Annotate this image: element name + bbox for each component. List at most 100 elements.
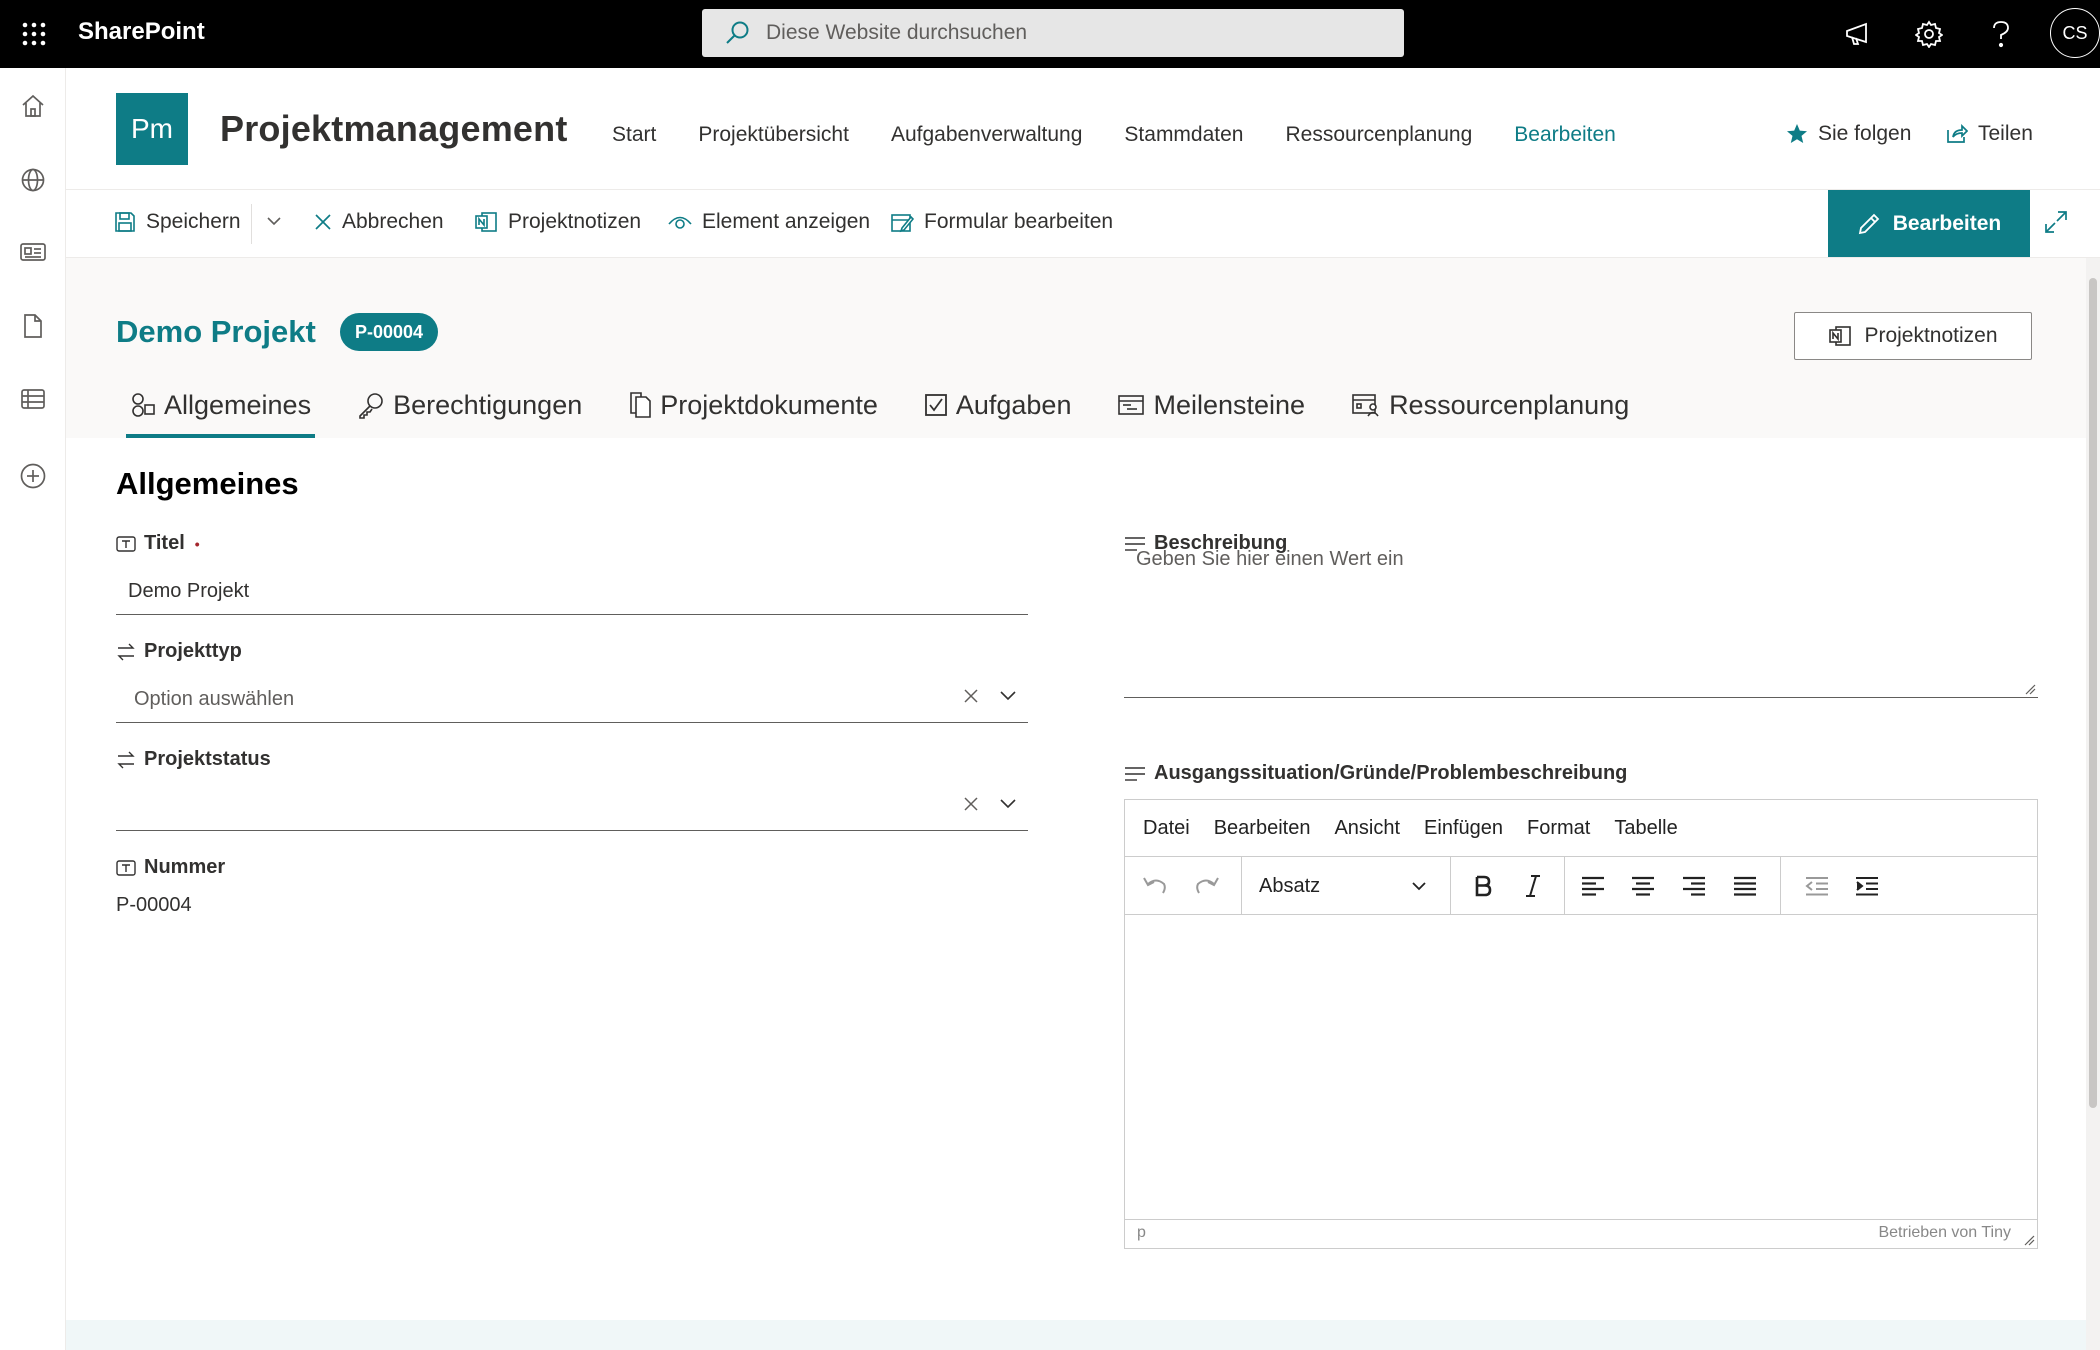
project-number-badge: P-00004: [340, 313, 439, 351]
toolbar-separator: [1450, 857, 1451, 915]
megaphone-icon[interactable]: [1838, 14, 1878, 54]
tab-berechtigungen[interactable]: Berechtigungen: [357, 374, 582, 436]
news-icon[interactable]: [15, 234, 51, 270]
project-type-label: Projekttyp: [116, 640, 242, 663]
project-notes-button[interactable]: Projektnotizen: [1794, 312, 2032, 360]
user-avatar[interactable]: CS: [2050, 8, 2100, 58]
shapes-icon: [130, 392, 156, 418]
cancel-label: Abbrechen: [342, 210, 444, 233]
multiline-text-icon: [1124, 766, 1146, 782]
resize-handle-icon[interactable]: [2024, 683, 2036, 695]
create-plus-icon[interactable]: [15, 458, 51, 494]
menu-ansicht[interactable]: Ansicht: [1334, 817, 1400, 840]
align-right-icon[interactable]: [1676, 869, 1712, 903]
search-input[interactable]: [766, 21, 1326, 45]
editor-statusbar: p Betrieben von Tiny: [1125, 1219, 2037, 1248]
star-filled-icon: [1786, 123, 1808, 145]
scrollbar-thumb[interactable]: [2089, 278, 2097, 1108]
site-logo[interactable]: Pm: [116, 93, 188, 165]
align-justify-icon[interactable]: [1727, 869, 1763, 903]
share-button[interactable]: Teilen: [1946, 122, 2033, 146]
project-notes-command[interactable]: Projektnotizen: [474, 210, 641, 234]
nav-bearbeiten[interactable]: Bearbeiten: [1514, 123, 1616, 147]
nav-start[interactable]: Start: [612, 123, 656, 147]
italic-icon[interactable]: [1515, 869, 1551, 903]
toolbar-separator: [1564, 857, 1565, 915]
search-box[interactable]: [702, 9, 1404, 57]
globe-icon[interactable]: [15, 162, 51, 198]
settings-gear-icon[interactable]: [1909, 14, 1949, 54]
project-type-dropdown[interactable]: Option auswählen: [134, 688, 294, 711]
tab-ressourcenplanung[interactable]: Ressourcenplanung: [1351, 374, 1629, 436]
follow-button[interactable]: Sie folgen: [1786, 122, 1911, 146]
home-icon[interactable]: [15, 88, 51, 124]
choice-field-icon: [116, 751, 136, 769]
list-icon[interactable]: [15, 381, 51, 417]
pencil-icon: [1857, 212, 1881, 236]
redo-icon[interactable]: [1189, 869, 1225, 903]
project-status-underline: [116, 830, 1028, 831]
clear-icon[interactable]: [963, 688, 979, 704]
save-options-chevron-icon[interactable]: [266, 216, 282, 226]
text-field-icon: [116, 535, 136, 552]
tab-allgemeines[interactable]: Allgemeines: [125, 374, 316, 438]
tab-meilensteine[interactable]: Meilensteine: [1117, 374, 1305, 436]
share-icon: [1946, 124, 1968, 144]
view-item-button[interactable]: Element anzeigen: [668, 210, 870, 234]
rich-text-editor: Datei Bearbeiten Ansicht Einfügen Format…: [1124, 799, 2038, 1249]
align-center-icon[interactable]: [1625, 869, 1661, 903]
label-text: Ausgangssituation/Gründe/Problembeschrei…: [1154, 762, 1628, 784]
help-icon[interactable]: [1981, 14, 2021, 54]
block-format-select[interactable]: Absatz: [1237, 857, 1445, 915]
eye-icon: [668, 213, 692, 231]
project-status-label: Projektstatus: [116, 748, 271, 771]
edit-button-label: Bearbeiten: [1892, 211, 2002, 235]
form-area: Demo Projekt P-00004 Projektnotizen Allg…: [66, 258, 2086, 1350]
brand-name[interactable]: SharePoint: [78, 18, 205, 46]
chevron-down-icon[interactable]: [999, 798, 1017, 810]
menu-einfuegen[interactable]: Einfügen: [1424, 817, 1503, 840]
tab-label: Aufgaben: [955, 389, 1072, 420]
resize-handle-icon[interactable]: [2023, 1234, 2035, 1246]
site-title[interactable]: Projektmanagement: [220, 108, 568, 150]
chevron-down-icon: [1411, 881, 1427, 891]
chevron-down-icon[interactable]: [999, 690, 1017, 702]
element-path[interactable]: p: [1137, 1224, 1146, 1242]
project-status-dropdown[interactable]: [134, 796, 934, 820]
clear-icon[interactable]: [963, 796, 979, 812]
form-tabs: Allgemeines Berechtigungen Projektdokume…: [125, 374, 1675, 438]
nav-ressourcenplanung[interactable]: Ressourcenplanung: [1285, 123, 1472, 147]
nav-projektuebersicht[interactable]: Projektübersicht: [698, 123, 849, 147]
vertical-scrollbar[interactable]: [2086, 258, 2100, 1350]
edit-button[interactable]: Bearbeiten: [1828, 190, 2030, 257]
align-left-icon[interactable]: [1575, 869, 1611, 903]
menu-bearbeiten[interactable]: Bearbeiten: [1214, 817, 1311, 840]
onenote-icon: [474, 211, 498, 233]
nav-stammdaten[interactable]: Stammdaten: [1124, 123, 1243, 147]
tab-projektdokumente[interactable]: Projektdokumente: [628, 374, 878, 436]
label-text: Projektstatus: [144, 748, 271, 770]
save-button[interactable]: Speichern: [114, 210, 241, 234]
cancel-button[interactable]: Abbrechen: [314, 210, 444, 234]
bold-icon[interactable]: [1465, 869, 1501, 903]
form-edit-icon: [890, 211, 914, 233]
required-indicator: •: [194, 535, 200, 552]
indent-icon[interactable]: [1849, 869, 1885, 903]
title-input[interactable]: Demo Projekt: [128, 580, 249, 603]
nav-aufgabenverwaltung[interactable]: Aufgabenverwaltung: [891, 123, 1082, 147]
toolbar-separator: [1780, 857, 1781, 915]
menu-tabelle[interactable]: Tabelle: [1614, 817, 1677, 840]
document-icon[interactable]: [15, 308, 51, 344]
powered-by-link[interactable]: Betrieben von Tiny: [1878, 1224, 2011, 1242]
documents-icon: [628, 391, 652, 419]
menu-format[interactable]: Format: [1527, 817, 1590, 840]
menu-datei[interactable]: Datei: [1143, 817, 1190, 840]
description-textarea[interactable]: Geben Sie hier einen Wert ein: [1124, 528, 2038, 698]
expand-icon[interactable]: [2044, 210, 2068, 234]
edit-form-button[interactable]: Formular bearbeiten: [890, 210, 1113, 234]
undo-icon[interactable]: [1137, 869, 1173, 903]
tab-aufgaben[interactable]: Aufgaben: [924, 374, 1072, 436]
people-calendar-icon: [1351, 392, 1381, 418]
outdent-icon[interactable]: [1799, 869, 1835, 903]
app-launcher-icon[interactable]: [14, 14, 54, 54]
